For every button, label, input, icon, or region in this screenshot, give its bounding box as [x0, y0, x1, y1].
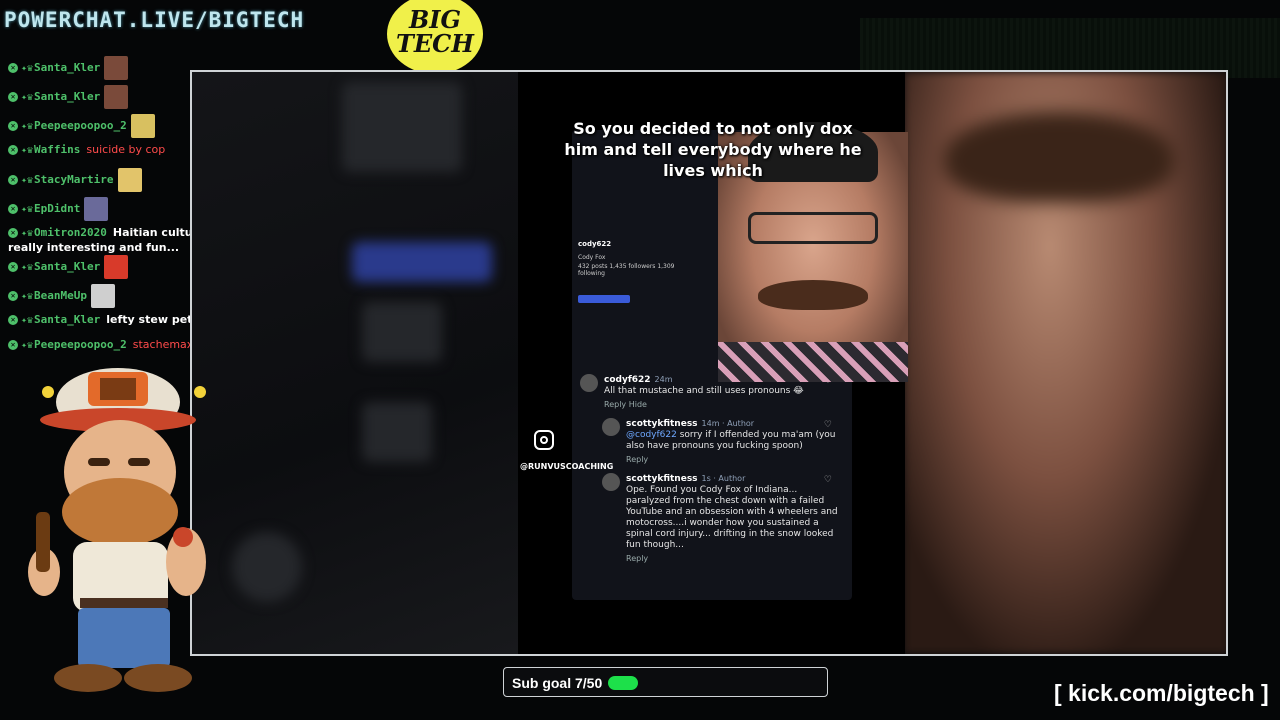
moderator-badge-icon: ✕ — [8, 63, 18, 73]
feather-emote-icon — [91, 284, 116, 308]
chat-username[interactable]: Santa_Kler — [34, 90, 100, 103]
comment-actions[interactable]: Reply Hide — [604, 399, 840, 410]
sub-badge-icon: ✦♛ — [21, 175, 34, 186]
commenter-avatar — [580, 374, 598, 392]
sub-badge-icon: ✦♛ — [21, 291, 34, 302]
chat-username[interactable]: Santa_Kler — [34, 260, 100, 273]
sub-badge-icon: ✦♛ — [21, 262, 34, 273]
sub-badge-icon: ✦♛ — [21, 145, 34, 156]
sub-badge-icon: ✦♛ — [21, 204, 34, 215]
channel-title: POWERCHAT.LIVE/BIGTECH — [4, 8, 305, 32]
stream-frame: cody622 Cody Fox 432 posts 1,435 followe… — [190, 70, 1228, 656]
sub-badge-icon: ✦♛ — [21, 340, 34, 351]
chat-username[interactable]: EpDidnt — [34, 202, 80, 215]
profile-handle: cody622 — [578, 240, 612, 248]
moderator-badge-icon: ✕ — [8, 92, 18, 102]
face-emote-icon — [104, 85, 129, 109]
chat-username[interactable]: BeanMeUp — [34, 289, 87, 302]
comment-time: 14m · Author — [701, 419, 755, 428]
comment-text: All that mustache and still uses pronoun… — [604, 386, 804, 396]
moderator-badge-icon: ✕ — [8, 228, 18, 238]
video-content: cody622 Cody Fox 432 posts 1,435 followe… — [518, 72, 908, 654]
like-heart-icon[interactable]: ♡ — [824, 475, 832, 485]
chip-emote-icon — [84, 197, 109, 221]
blurred-background-right — [904, 72, 1226, 654]
comment-mention[interactable]: @codyf622 — [626, 430, 677, 440]
like-heart-icon[interactable]: ♡ — [824, 420, 832, 430]
sub-badge-icon: ✦♛ — [21, 315, 34, 326]
commenter-name[interactable]: scottykfitness — [626, 419, 698, 429]
commenter-name[interactable]: codyf622 — [604, 375, 651, 385]
commenter-avatar — [602, 473, 620, 491]
instagram-icon — [534, 430, 554, 450]
sub-goal-label: Sub goal 7/50 — [512, 675, 603, 691]
moderator-badge-icon: ✕ — [8, 262, 18, 272]
commenter-name[interactable]: scottykfitness — [626, 474, 698, 484]
comment-actions[interactable]: Reply — [626, 454, 840, 465]
comment-actions[interactable]: Reply — [626, 553, 840, 564]
moderator-badge-icon: ✕ — [8, 204, 18, 214]
chat-username[interactable]: StacyMartire — [34, 173, 113, 186]
comment-thread: codyf622 24m All that mustache and still u… — [580, 374, 840, 572]
chat-username[interactable]: Waffins — [34, 143, 80, 156]
moderator-badge-icon: ✕ — [8, 121, 18, 131]
comment-time: 24m — [654, 375, 673, 384]
mascot-character — [28, 368, 206, 692]
sub-goal-progress-bar — [608, 676, 638, 690]
chat-username[interactable]: Santa_Kler — [34, 313, 100, 326]
chat-username[interactable]: Peepeepoopoo_2 — [34, 119, 127, 132]
hand-emote-icon — [130, 114, 155, 138]
comment: scottykfitness 1s · Author Ope. Found you … — [602, 473, 840, 564]
sub-badge-icon: ✦♛ — [21, 92, 34, 103]
profile-summary: cody622 Cody Fox 432 posts 1,435 followe… — [578, 240, 698, 303]
kick-url: [ kick.com/bigtech ] — [1054, 680, 1269, 706]
bigtech-logo: BIG TECH — [387, 0, 483, 74]
profile-name: Cody Fox — [578, 254, 606, 261]
comment-text: Ope. Found you Cody Fox of Indiana... pa… — [626, 485, 838, 550]
blurred-background-left — [192, 72, 518, 654]
sub-goal-widget: Sub goal 7/50 — [503, 667, 828, 697]
moderator-badge-icon: ✕ — [8, 145, 18, 155]
commenter-avatar — [602, 418, 620, 436]
moderator-badge-icon: ✕ — [8, 175, 18, 185]
chat-text: suicide by cop — [86, 143, 166, 156]
video-caption: So you decided to not only dox him and t… — [564, 119, 862, 180]
chat-username[interactable]: Omitron2020 — [34, 226, 107, 239]
moderator-badge-icon: ✕ — [8, 340, 18, 350]
background-grid — [860, 18, 1280, 78]
chat-username[interactable]: Peepeepoopoo_2 — [34, 338, 127, 351]
clap-emote-icon — [117, 168, 142, 192]
face-emote-icon — [104, 56, 129, 80]
follow-button[interactable] — [578, 295, 630, 303]
sub-badge-icon: ✦♛ — [21, 121, 34, 132]
moderator-badge-icon: ✕ — [8, 315, 18, 325]
comment-time: 1s · Author — [701, 474, 746, 483]
profile-stats: 432 posts 1,435 followers 1,309 followin… — [578, 263, 675, 277]
moderator-badge-icon: ✕ — [8, 291, 18, 301]
sub-badge-icon: ✦♛ — [21, 63, 34, 74]
sub-badge-icon: ✦♛ — [21, 228, 34, 239]
comment: scottykfitness 14m · Author @codyf622 sorr… — [602, 418, 840, 465]
instagram-handle: @RUNVUSCOACHING — [520, 462, 614, 471]
jg-emote-icon — [104, 255, 129, 279]
chat-username[interactable]: Santa_Kler — [34, 61, 100, 74]
